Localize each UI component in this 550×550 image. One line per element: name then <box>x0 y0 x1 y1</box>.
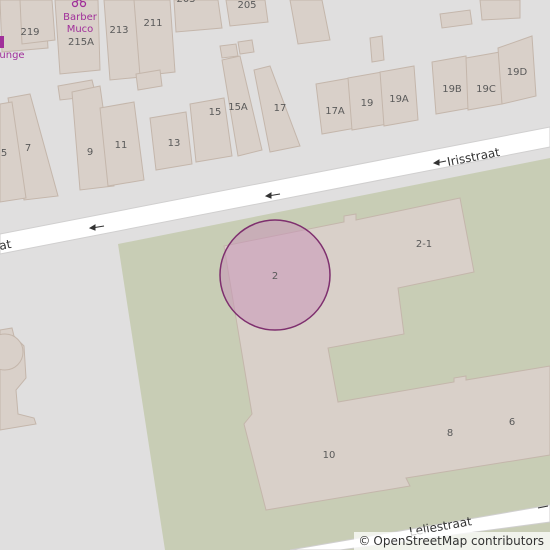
hn-211: 211 <box>143 18 162 29</box>
hn-19c: 19C <box>476 84 496 95</box>
map-canvas[interactable]: Irisstraat at Leliestraat 219 213 211 21… <box>0 0 550 550</box>
poi-lounge-name: unge <box>0 50 25 61</box>
hn-9: 9 <box>87 147 93 158</box>
hn-17a: 17A <box>325 106 345 117</box>
hn-215a: 215A <box>68 37 94 48</box>
hn-6: 6 <box>509 417 515 428</box>
hn-203: 203 <box>176 0 195 5</box>
hn-7: 7 <box>25 143 31 154</box>
hn-19a: 19A <box>389 94 409 105</box>
map-attribution: © OpenStreetMap contributors <box>354 532 550 550</box>
hn-205: 205 <box>237 0 256 11</box>
lounge-icon <box>0 36 4 48</box>
hn-2: 2 <box>272 271 278 282</box>
poi-barber-name-line1: Barber <box>63 12 98 23</box>
hn-2-1: 2-1 <box>416 239 432 250</box>
hn-13: 13 <box>168 138 181 149</box>
hn-219: 219 <box>20 27 39 38</box>
copyright-icon: © <box>358 534 371 548</box>
hn-19b: 19B <box>442 84 462 95</box>
hn-8: 8 <box>447 428 453 439</box>
poi-barber-name-line2: Muco <box>67 24 94 35</box>
attribution-link[interactable]: OpenStreetMap contributors <box>373 534 544 548</box>
hn-15a: 15A <box>228 102 248 113</box>
hn-10: 10 <box>323 450 336 461</box>
hn-19d: 19D <box>507 67 528 78</box>
map-svg: Irisstraat at Leliestraat 219 213 211 21… <box>0 0 550 550</box>
hn-11: 11 <box>115 140 128 151</box>
hn-15: 15 <box>209 107 222 118</box>
hn-5: 5 <box>1 148 7 159</box>
hn-17: 17 <box>274 103 287 114</box>
hn-213: 213 <box>109 25 128 36</box>
hn-19: 19 <box>361 98 374 109</box>
